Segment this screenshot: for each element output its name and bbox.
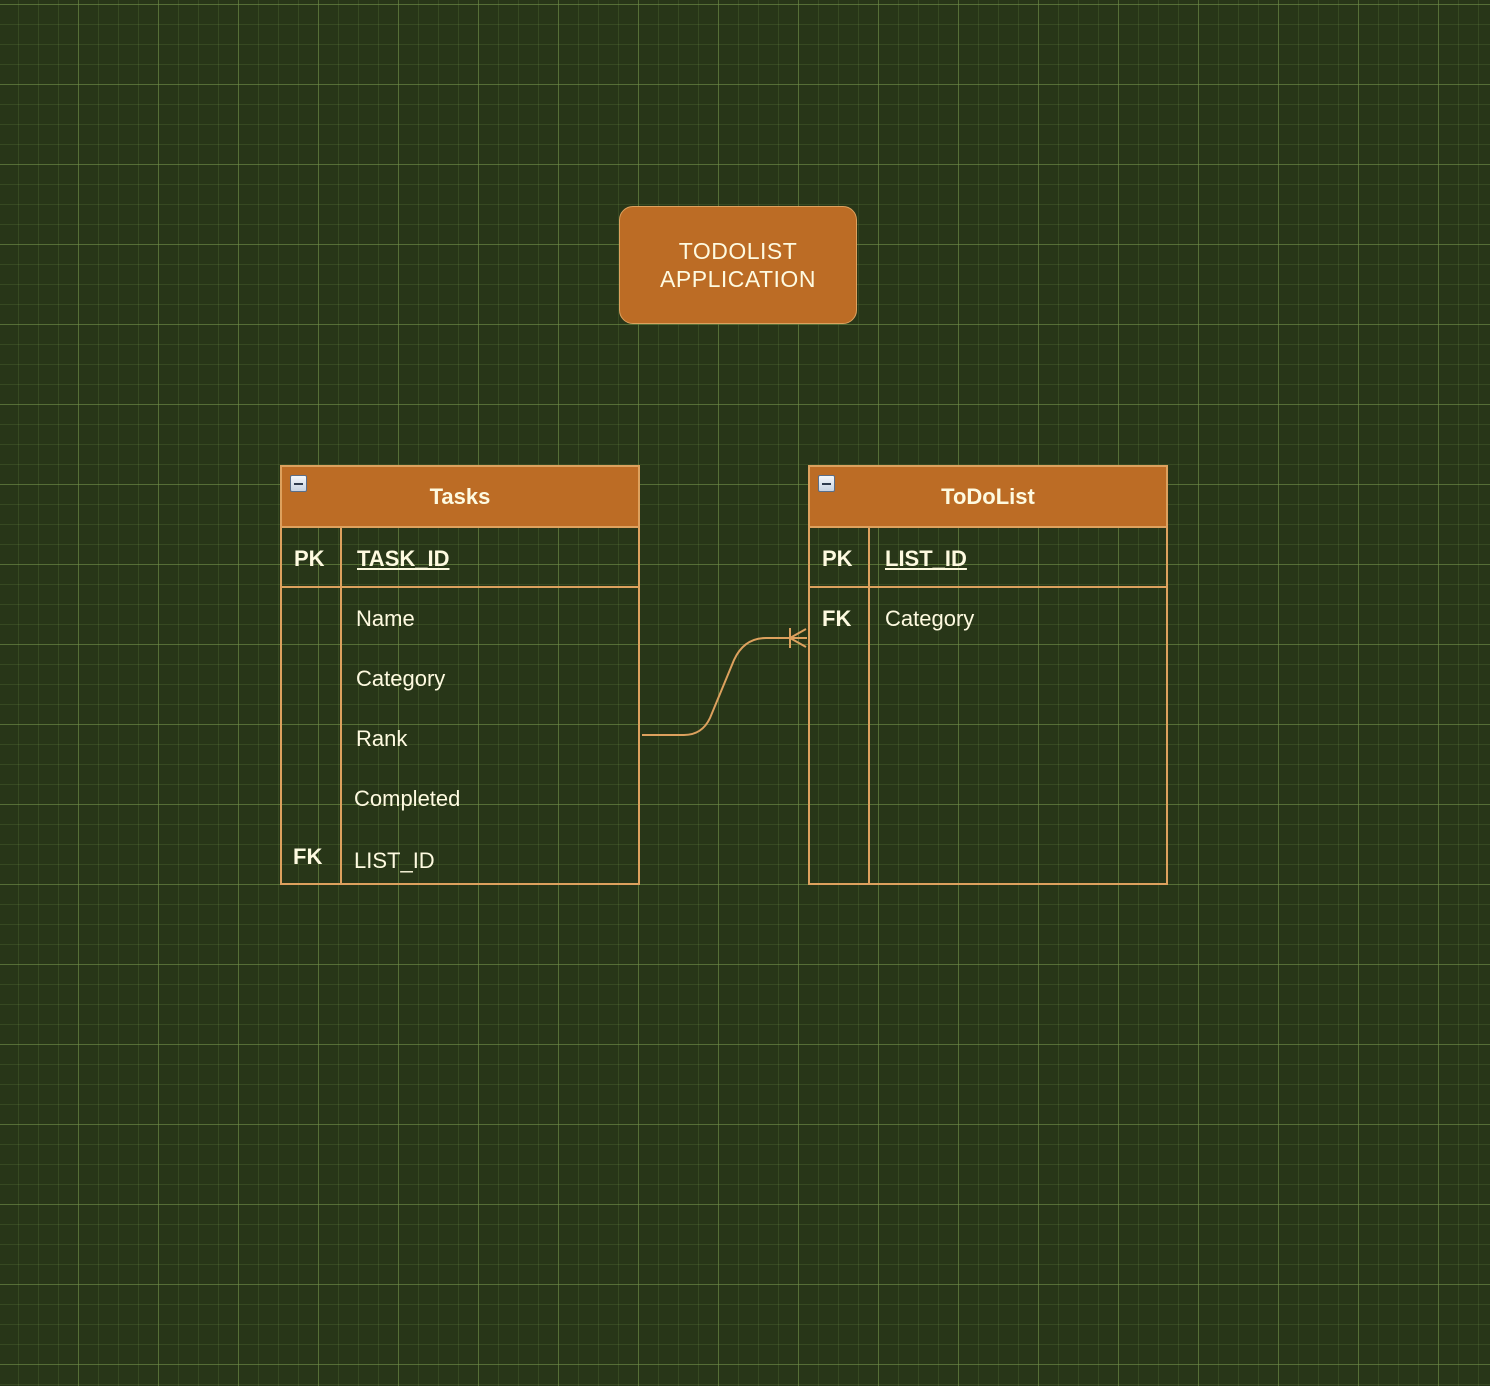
relationship-connector[interactable] xyxy=(0,0,1490,1386)
relationship-line[interactable] xyxy=(642,637,807,736)
